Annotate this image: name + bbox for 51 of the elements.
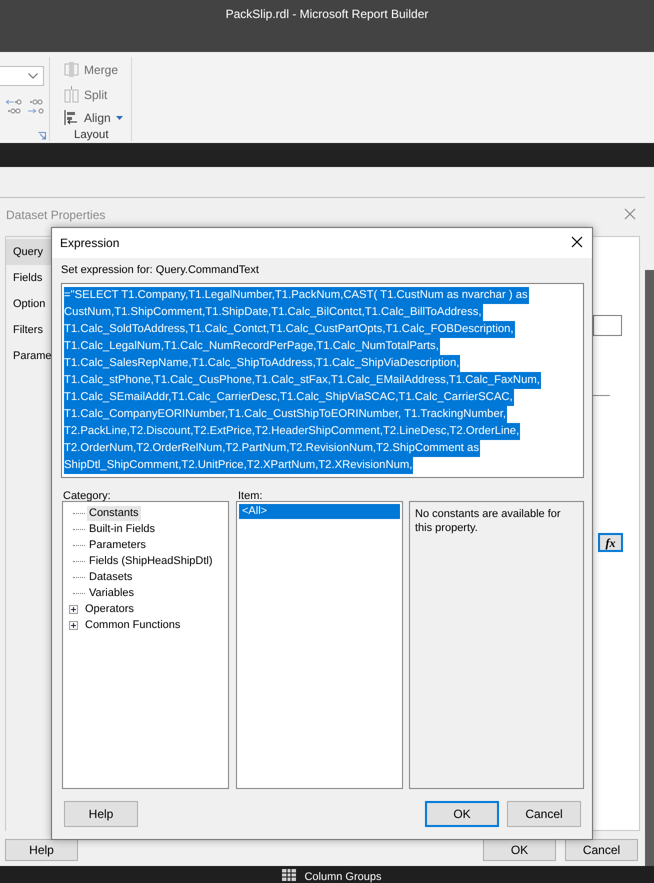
description-text: No constants are available for this property.	[409, 501, 584, 789]
dialog-title: Dataset Properties	[6, 208, 106, 222]
window-title: PackSlip.rdl - Microsoft Report Builder	[226, 7, 428, 23]
list-item[interactable]: <All>	[239, 504, 400, 519]
expression-text: ="SELECT T1.Company,T1.LegalNumber,T1.PackNum,CAST( T1.CustNum as nvarchar ) as	[64, 287, 529, 304]
expression-text: T1.Calc_stPhone,T1.Calc_CusPhone,T1.Calc_stFax,T1.Calc_EMailAddress,T1.Calc_FaxNum,	[64, 372, 541, 389]
cancel-button[interactable]: Cancel	[565, 839, 638, 861]
category-tree[interactable]: Constants Built-in Fields Parameters Fields (ShipHeadShipDtl) Datasets Variables Operators Common Functions	[62, 501, 229, 789]
merge-cells-icon	[64, 62, 79, 77]
chevron-down-icon	[28, 73, 38, 79]
expression-text: T2.OrderNum,T2.OrderRelNum,T2.PartNum,T2.RevisionNum,T2.ShipComment as	[64, 440, 480, 457]
tree-item[interactable]: Constants	[87, 506, 141, 520]
expression-field[interactable]	[61, 283, 584, 478]
tree-item[interactable]: Built-in Fields	[87, 522, 158, 536]
status-label: Column Groups	[304, 870, 382, 882]
dialog-launcher-icon[interactable]	[38, 132, 46, 140]
tree-item[interactable]: Datasets	[87, 570, 134, 584]
input-field[interactable]	[593, 315, 622, 336]
category-label: Category:	[63, 490, 111, 502]
cancel-button[interactable]: Cancel	[507, 801, 581, 827]
ok-button[interactable]: OK	[425, 801, 499, 827]
expression-text: T1.Calc_CompanyEORINumber,T1.Calc_CustShipToEORINumber, T1.TrackingNumber,	[64, 406, 508, 423]
item-list[interactable]: <All>	[236, 501, 403, 789]
ok-button[interactable]: OK	[483, 839, 556, 861]
dropdown-field[interactable]	[0, 66, 44, 86]
prompt-label: Set expression for: Query.CommandText	[61, 264, 259, 276]
item-label: Item:	[238, 490, 262, 502]
caret-icon	[116, 116, 123, 120]
tree-item[interactable]: Variables	[87, 586, 136, 600]
expression-text: T1.Calc_LegalNum,T1.Calc_NumRecordPerPage,T1.Calc_NumTotalParts,	[64, 338, 440, 355]
table-icon	[282, 868, 296, 880]
tree-item[interactable]: Common Functions	[83, 618, 182, 632]
expand-icon[interactable]	[69, 604, 78, 614]
close-icon[interactable]	[571, 236, 583, 248]
align-left-icon	[64, 110, 79, 125]
expression-button[interactable]: fx	[598, 533, 623, 552]
expression-text: T1.Calc_SEmailAddr,T1.Calc_CarrierDesc,T1.Calc_ShipViaSCAC,T1.Calc_CarrierSCAC,	[64, 389, 514, 406]
tree-item[interactable]: Parameters	[87, 538, 148, 552]
expression-text: T1.Calc_SoldToAddress,T1.Calc_Contct,T1.Calc_CustPartOpts,T1.Calc_FOBDescription,	[64, 321, 515, 338]
expand-icon[interactable]	[69, 620, 78, 630]
split-cells-icon	[64, 86, 79, 103]
expression-text: ShipDtl_ShipComment,T2.UnitPrice,T2.XPartNum,T2.XRevisionNum,	[64, 457, 414, 474]
tree-item[interactable]: Operators	[83, 602, 136, 616]
expression-text: T2.PackLine,T2.Discount,T2.ExtPrice,T2.HeaderShipComment,T2.LineDesc,T2.OrderLine,	[64, 423, 520, 440]
help-button[interactable]: Help	[64, 801, 138, 827]
expression-text: CustNum,T1.ShipComment,T1.ShipDate,T1.Calc_BilContct,T1.Calc_BillToAddress,	[64, 304, 483, 321]
help-button[interactable]: Help	[5, 839, 78, 861]
tree-item[interactable]: Fields (ShipHeadShipDtl)	[87, 554, 214, 568]
expression-text: T1.Calc_SalesRepName,T1.Calc_ShipToAddress,T1.Calc_ShipViaDescription,	[64, 355, 460, 372]
align-button[interactable]: Align	[64, 110, 123, 125]
group-label: Layout	[74, 129, 109, 141]
